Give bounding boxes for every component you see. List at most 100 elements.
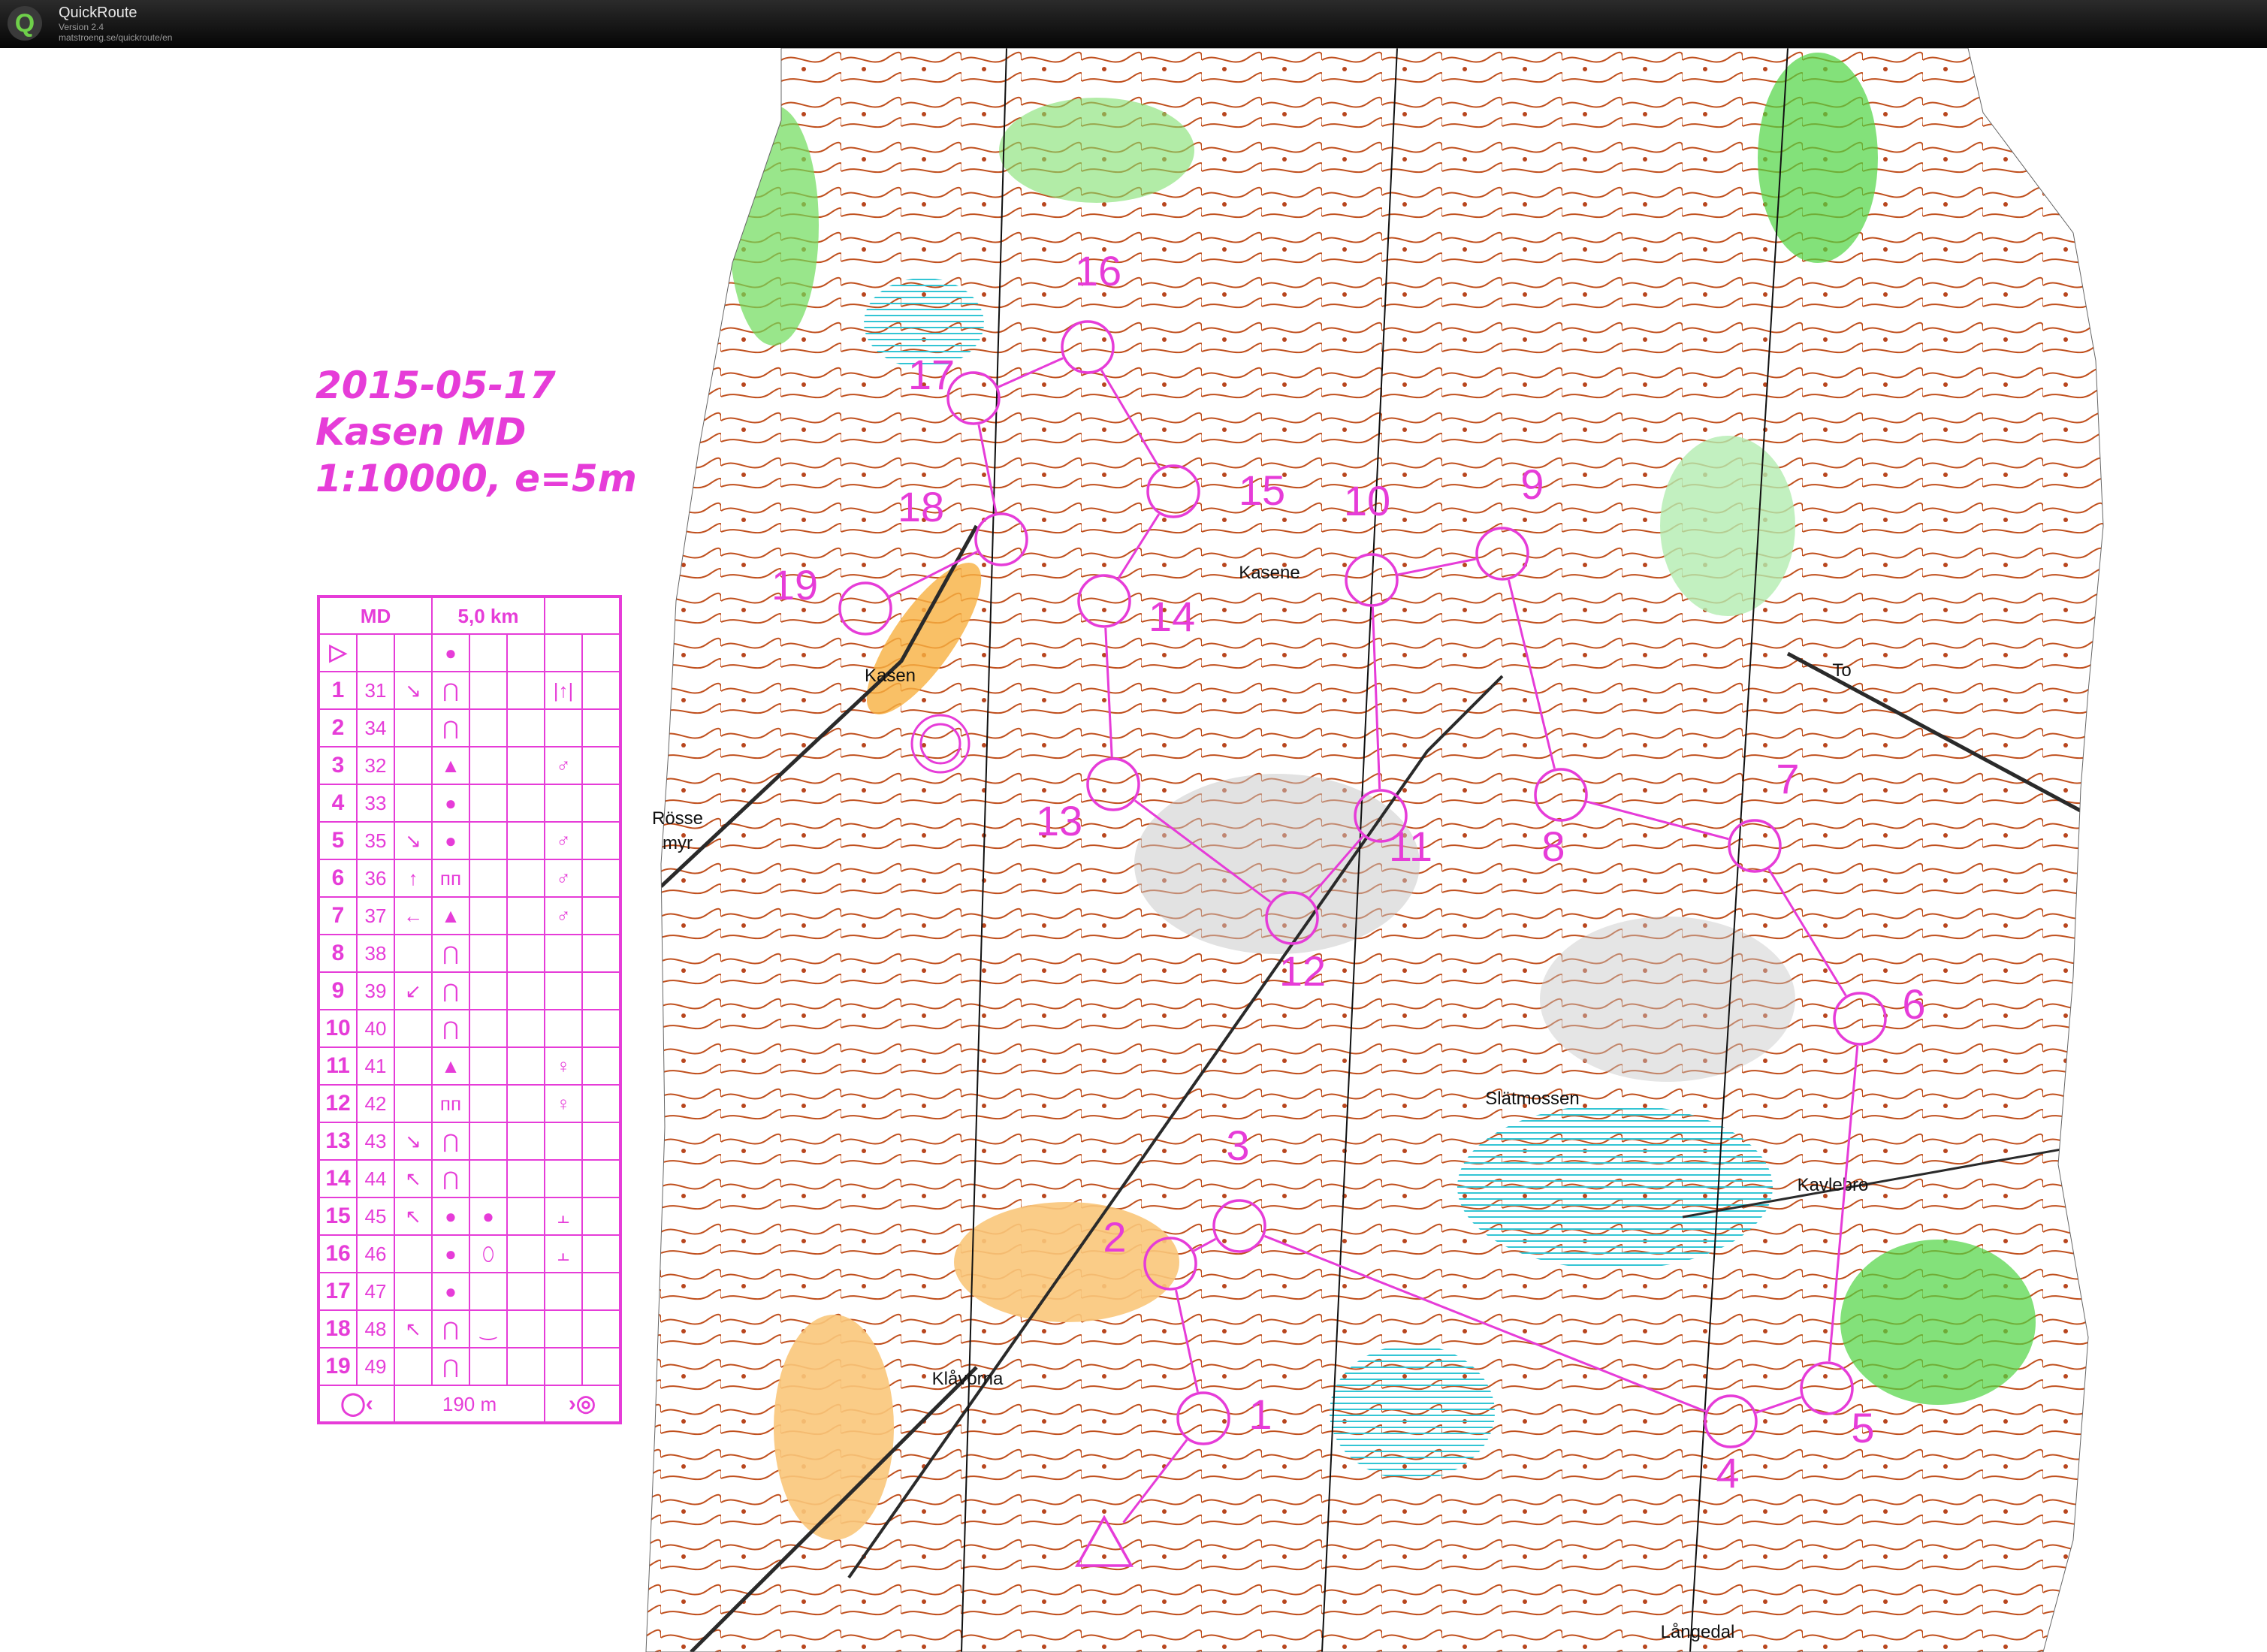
which-feature-icon: ↑	[394, 859, 433, 898]
other-info-cell	[581, 784, 621, 823]
feature-detail-icon	[469, 784, 508, 823]
place-name: Klåvorna	[932, 1369, 1004, 1389]
description-control-row: 17 47 ●	[318, 1272, 621, 1311]
feature-detail-icon	[469, 746, 508, 785]
which-feature-icon	[394, 934, 433, 973]
control-sequence-number: 12	[318, 1084, 358, 1123]
control-number: 18	[898, 483, 944, 530]
description-control-row: 18 48 ↖ ⋂ ‿	[318, 1309, 621, 1348]
dimension-cell	[506, 821, 545, 860]
feature-symbol-icon: ⋂	[431, 1309, 470, 1348]
control-location-icon: ♂	[544, 821, 583, 860]
other-info-cell	[581, 671, 621, 710]
which-feature-icon	[394, 1347, 433, 1386]
control-sequence-number: 3	[318, 746, 358, 785]
place-name: Kasen	[865, 666, 916, 686]
feature-detail-icon	[469, 896, 508, 935]
control-location-icon	[544, 1009, 583, 1048]
control-code: 35	[356, 821, 395, 860]
description-course-length: 5,0 km	[431, 596, 545, 635]
feature-detail-icon	[469, 971, 508, 1010]
feature-symbol-icon: ●	[431, 821, 470, 860]
control-location-icon: |↑|	[544, 671, 583, 710]
feature-detail-icon	[469, 708, 508, 747]
dimension-cell	[506, 1197, 545, 1236]
other-info-cell	[581, 971, 621, 1010]
which-feature-icon	[394, 1272, 433, 1311]
description-control-row: 1 31 ↘ ⋂ |↑|	[318, 671, 621, 710]
dimension-cell	[506, 1084, 545, 1123]
feature-symbol-icon: ⋂	[431, 671, 470, 710]
feature-symbol-icon: ▲	[431, 1046, 470, 1086]
which-feature-icon	[394, 1009, 433, 1048]
control-sequence-number: 13	[318, 1122, 358, 1161]
control-number: 14	[1149, 593, 1195, 640]
description-control-row: 3 32 ▲ ♂	[318, 746, 621, 785]
control-code: 38	[356, 934, 395, 973]
other-info-cell	[581, 1347, 621, 1386]
dimension-cell	[506, 971, 545, 1010]
feature-detail-icon	[469, 1009, 508, 1048]
control-sequence-number: 2	[318, 708, 358, 747]
control-code: 31	[356, 671, 395, 710]
dimension-cell	[506, 1234, 545, 1273]
dimension-cell	[506, 1009, 545, 1048]
description-control-row: 6 36 ↑ ᴨᴨ ♂	[318, 859, 621, 898]
description-control-row: 4 33 ●	[318, 784, 621, 823]
which-feature-icon	[394, 1234, 433, 1273]
other-info-cell	[581, 1046, 621, 1086]
control-number: 17	[908, 351, 955, 398]
control-location-icon: ♀	[544, 1046, 583, 1086]
control-sequence-number: 15	[318, 1197, 358, 1236]
description-control-row: 9 39 ↙ ⋂	[318, 971, 621, 1010]
control-sequence-number: 4	[318, 784, 358, 823]
control-code: 48	[356, 1309, 395, 1348]
quickroute-logo-icon: Q	[8, 6, 42, 41]
control-number: 13	[1036, 797, 1082, 844]
description-control-row: 19 49 ⋂	[318, 1347, 621, 1386]
feature-symbol-icon: ᴨᴨ	[431, 859, 470, 898]
control-location-icon	[544, 1347, 583, 1386]
control-location-icon	[544, 1272, 583, 1311]
control-code: 41	[356, 1046, 395, 1086]
control-sequence-number: 14	[318, 1159, 358, 1198]
other-info-cell	[581, 746, 621, 785]
finish-end-icon: ›◎	[544, 1385, 621, 1424]
dimension-cell	[506, 934, 545, 973]
feature-symbol-icon: ●	[431, 1234, 470, 1273]
dimension-cell	[506, 1347, 545, 1386]
other-info-cell	[581, 1309, 621, 1348]
which-feature-icon	[394, 784, 433, 823]
description-control-row: 7 37 ← ▲ ♂	[318, 896, 621, 935]
control-number: 9	[1520, 461, 1544, 508]
feature-symbol-icon: ⋂	[431, 1159, 470, 1198]
dimension-cell	[506, 746, 545, 785]
control-sequence-number: 1	[318, 671, 358, 710]
dimension-cell	[506, 1122, 545, 1161]
place-name: Rösse	[652, 808, 703, 829]
which-feature-icon: ↘	[394, 821, 433, 860]
which-feature-icon: ↘	[394, 1122, 433, 1161]
description-control-row: 8 38 ⋂	[318, 934, 621, 973]
feature-detail-icon	[469, 671, 508, 710]
app-url[interactable]: matstroeng.se/quickroute/en	[59, 32, 172, 43]
other-info-cell	[581, 859, 621, 898]
control-code: 40	[356, 1009, 395, 1048]
control-number: 7	[1776, 755, 1799, 802]
place-name: Kavlebro	[1798, 1175, 1869, 1195]
control-number: 12	[1279, 947, 1326, 995]
which-feature-icon: ↘	[394, 671, 433, 710]
course-date: 2015-05-17	[315, 364, 556, 407]
control-code: 49	[356, 1347, 395, 1386]
control-location-icon: ♂	[544, 896, 583, 935]
map-view[interactable]: Kasene Kasen Rösse myr To Slätmossen Kavlebro K…	[0, 48, 2267, 1652]
control-description-sheet: MD 5,0 km ▷ ● 1 31 ↘ ⋂ |↑| 2 34 ⋂ 3 32 ▲ ♂ 4 33 ● 5 35 ↘ ● ♂ 6 36…	[317, 595, 622, 1424]
control-number: 8	[1541, 823, 1565, 870]
other-info-cell	[581, 1197, 621, 1236]
control-code: 39	[356, 971, 395, 1010]
control-code: 43	[356, 1122, 395, 1161]
control-sequence-number: 10	[318, 1009, 358, 1048]
control-sequence-number: 17	[318, 1272, 358, 1311]
control-code	[356, 633, 395, 672]
other-info-cell	[581, 934, 621, 973]
